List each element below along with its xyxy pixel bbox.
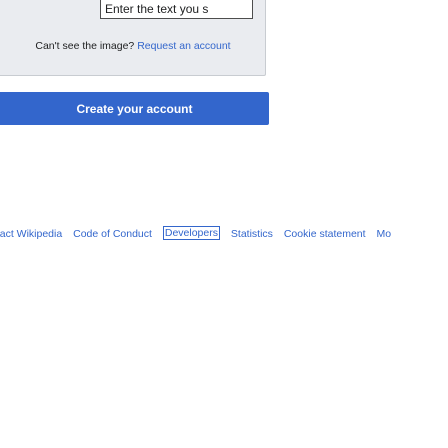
- footer-link-cookie-statement[interactable]: Cookie statement: [284, 228, 366, 240]
- footer-link-code-of-conduct[interactable]: Code of Conduct: [73, 228, 152, 240]
- footer-item-mobile: Mo: [376, 227, 391, 241]
- footer-link-mobile-view[interactable]: Mo: [376, 228, 391, 240]
- request-account-link[interactable]: Request an account: [137, 40, 230, 52]
- footer-link-statistics[interactable]: Statistics: [231, 228, 273, 240]
- footer-item-developers: Developers: [162, 226, 220, 240]
- captcha-panel: Can't see the image? Request an account: [0, 0, 266, 76]
- footer-item-code-of-conduct: Code of Conduct: [73, 227, 152, 241]
- footer-item-cookie-statement: Cookie statement: [284, 227, 366, 241]
- footer-links: ntact Wikipedia Code of Conduct Develope…: [0, 226, 399, 241]
- footer-item-contact: ntact Wikipedia: [0, 227, 62, 241]
- captcha-help-text: Can't see the image?: [35, 40, 135, 52]
- footer-link-contact-wikipedia[interactable]: ntact Wikipedia: [0, 228, 62, 240]
- create-account-button[interactable]: Create your account: [0, 92, 269, 125]
- captcha-help: Can't see the image? Request an account: [0, 40, 266, 52]
- footer-item-statistics: Statistics: [231, 227, 273, 241]
- footer-link-developers[interactable]: Developers: [165, 227, 218, 239]
- captcha-input[interactable]: [100, 0, 253, 19]
